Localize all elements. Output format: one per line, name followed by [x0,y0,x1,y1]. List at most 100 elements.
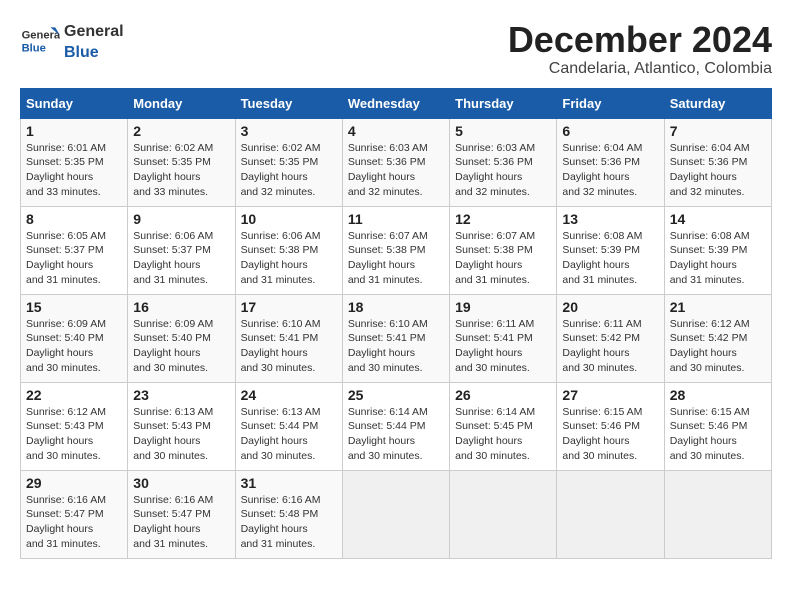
day-number: 29 [26,475,122,491]
calendar-cell: 20 Sunrise: 6:11 AM Sunset: 5:42 PM Dayl… [557,294,664,382]
day-number: 30 [133,475,229,491]
day-number: 5 [455,123,551,139]
day-info: Sunrise: 6:16 AM Sunset: 5:47 PM Dayligh… [26,493,122,552]
day-number: 17 [241,299,337,315]
calendar-cell: 11 Sunrise: 6:07 AM Sunset: 5:38 PM Dayl… [342,206,449,294]
day-info: Sunrise: 6:01 AM Sunset: 5:35 PM Dayligh… [26,141,122,200]
day-info: Sunrise: 6:08 AM Sunset: 5:39 PM Dayligh… [670,229,766,288]
day-info: Sunrise: 6:07 AM Sunset: 5:38 PM Dayligh… [455,229,551,288]
calendar-cell: 6 Sunrise: 6:04 AM Sunset: 5:36 PM Dayli… [557,118,664,206]
calendar-cell: 26 Sunrise: 6:14 AM Sunset: 5:45 PM Dayl… [450,382,557,470]
weekday-header-friday: Friday [557,88,664,118]
day-info: Sunrise: 6:03 AM Sunset: 5:36 PM Dayligh… [455,141,551,200]
calendar-cell: 31 Sunrise: 6:16 AM Sunset: 5:48 PM Dayl… [235,470,342,558]
day-info: Sunrise: 6:10 AM Sunset: 5:41 PM Dayligh… [241,317,337,376]
day-info: Sunrise: 6:09 AM Sunset: 5:40 PM Dayligh… [133,317,229,376]
day-number: 20 [562,299,658,315]
calendar-table: SundayMondayTuesdayWednesdayThursdayFrid… [20,88,772,559]
header: General Blue General Blue December 2024 … [20,20,772,78]
calendar-cell [557,470,664,558]
day-info: Sunrise: 6:11 AM Sunset: 5:41 PM Dayligh… [455,317,551,376]
day-info: Sunrise: 6:07 AM Sunset: 5:38 PM Dayligh… [348,229,444,288]
day-number: 23 [133,387,229,403]
day-info: Sunrise: 6:02 AM Sunset: 5:35 PM Dayligh… [241,141,337,200]
day-info: Sunrise: 6:11 AM Sunset: 5:42 PM Dayligh… [562,317,658,376]
calendar-cell [342,470,449,558]
day-info: Sunrise: 6:08 AM Sunset: 5:39 PM Dayligh… [562,229,658,288]
weekday-header-tuesday: Tuesday [235,88,342,118]
calendar-cell: 14 Sunrise: 6:08 AM Sunset: 5:39 PM Dayl… [664,206,771,294]
day-number: 3 [241,123,337,139]
week-row-4: 22 Sunrise: 6:12 AM Sunset: 5:43 PM Dayl… [21,382,772,470]
weekday-header-row: SundayMondayTuesdayWednesdayThursdayFrid… [21,88,772,118]
calendar-cell: 13 Sunrise: 6:08 AM Sunset: 5:39 PM Dayl… [557,206,664,294]
calendar-cell: 21 Sunrise: 6:12 AM Sunset: 5:42 PM Dayl… [664,294,771,382]
calendar-cell [664,470,771,558]
day-info: Sunrise: 6:09 AM Sunset: 5:40 PM Dayligh… [26,317,122,376]
day-number: 8 [26,211,122,227]
day-number: 18 [348,299,444,315]
calendar-cell: 29 Sunrise: 6:16 AM Sunset: 5:47 PM Dayl… [21,470,128,558]
day-info: Sunrise: 6:10 AM Sunset: 5:41 PM Dayligh… [348,317,444,376]
svg-text:Blue: Blue [22,42,46,54]
day-info: Sunrise: 6:03 AM Sunset: 5:36 PM Dayligh… [348,141,444,200]
day-info: Sunrise: 6:02 AM Sunset: 5:35 PM Dayligh… [133,141,229,200]
logo: General Blue General Blue [20,20,124,62]
weekday-header-saturday: Saturday [664,88,771,118]
calendar-cell: 1 Sunrise: 6:01 AM Sunset: 5:35 PM Dayli… [21,118,128,206]
calendar-cell: 24 Sunrise: 6:13 AM Sunset: 5:44 PM Dayl… [235,382,342,470]
day-info: Sunrise: 6:12 AM Sunset: 5:43 PM Dayligh… [26,405,122,464]
calendar-cell: 12 Sunrise: 6:07 AM Sunset: 5:38 PM Dayl… [450,206,557,294]
day-number: 4 [348,123,444,139]
day-number: 10 [241,211,337,227]
calendar-cell: 25 Sunrise: 6:14 AM Sunset: 5:44 PM Dayl… [342,382,449,470]
calendar-cell: 15 Sunrise: 6:09 AM Sunset: 5:40 PM Dayl… [21,294,128,382]
day-number: 16 [133,299,229,315]
calendar-cell: 8 Sunrise: 6:05 AM Sunset: 5:37 PM Dayli… [21,206,128,294]
calendar-cell: 27 Sunrise: 6:15 AM Sunset: 5:46 PM Dayl… [557,382,664,470]
calendar-cell: 7 Sunrise: 6:04 AM Sunset: 5:36 PM Dayli… [664,118,771,206]
weekday-header-wednesday: Wednesday [342,88,449,118]
weekday-header-sunday: Sunday [21,88,128,118]
calendar-cell: 30 Sunrise: 6:16 AM Sunset: 5:47 PM Dayl… [128,470,235,558]
day-info: Sunrise: 6:13 AM Sunset: 5:44 PM Dayligh… [241,405,337,464]
day-number: 21 [670,299,766,315]
calendar-cell: 23 Sunrise: 6:13 AM Sunset: 5:43 PM Dayl… [128,382,235,470]
week-row-2: 8 Sunrise: 6:05 AM Sunset: 5:37 PM Dayli… [21,206,772,294]
day-number: 7 [670,123,766,139]
day-number: 15 [26,299,122,315]
day-info: Sunrise: 6:12 AM Sunset: 5:42 PM Dayligh… [670,317,766,376]
logo-icon: General Blue [20,21,60,61]
svg-text:General: General [22,30,60,42]
day-number: 9 [133,211,229,227]
calendar-cell: 5 Sunrise: 6:03 AM Sunset: 5:36 PM Dayli… [450,118,557,206]
day-number: 31 [241,475,337,491]
calendar-cell: 16 Sunrise: 6:09 AM Sunset: 5:40 PM Dayl… [128,294,235,382]
day-number: 12 [455,211,551,227]
day-number: 19 [455,299,551,315]
calendar-cell: 17 Sunrise: 6:10 AM Sunset: 5:41 PM Dayl… [235,294,342,382]
week-row-3: 15 Sunrise: 6:09 AM Sunset: 5:40 PM Dayl… [21,294,772,382]
day-number: 27 [562,387,658,403]
day-number: 11 [348,211,444,227]
calendar-subtitle: Candelaria, Atlantico, Colombia [508,60,772,78]
calendar-cell [450,470,557,558]
day-number: 28 [670,387,766,403]
day-number: 6 [562,123,658,139]
day-info: Sunrise: 6:14 AM Sunset: 5:45 PM Dayligh… [455,405,551,464]
weekday-header-monday: Monday [128,88,235,118]
day-number: 25 [348,387,444,403]
day-info: Sunrise: 6:15 AM Sunset: 5:46 PM Dayligh… [562,405,658,464]
calendar-cell: 10 Sunrise: 6:06 AM Sunset: 5:38 PM Dayl… [235,206,342,294]
calendar-cell: 19 Sunrise: 6:11 AM Sunset: 5:41 PM Dayl… [450,294,557,382]
calendar-title: December 2024 [508,20,772,60]
week-row-1: 1 Sunrise: 6:01 AM Sunset: 5:35 PM Dayli… [21,118,772,206]
day-number: 13 [562,211,658,227]
day-number: 26 [455,387,551,403]
day-info: Sunrise: 6:04 AM Sunset: 5:36 PM Dayligh… [562,141,658,200]
day-info: Sunrise: 6:16 AM Sunset: 5:47 PM Dayligh… [133,493,229,552]
day-number: 22 [26,387,122,403]
day-number: 24 [241,387,337,403]
day-info: Sunrise: 6:05 AM Sunset: 5:37 PM Dayligh… [26,229,122,288]
calendar-cell: 2 Sunrise: 6:02 AM Sunset: 5:35 PM Dayli… [128,118,235,206]
